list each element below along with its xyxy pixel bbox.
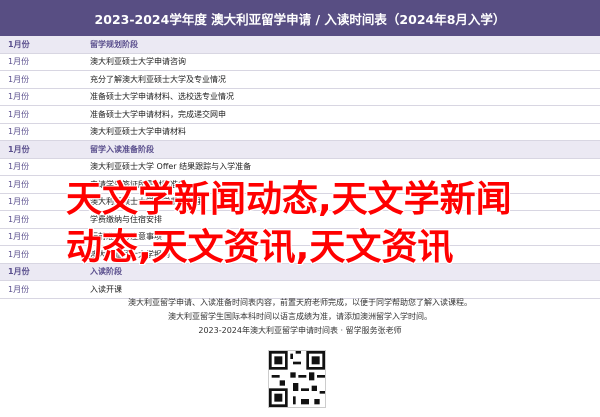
row-date: 1月份 xyxy=(8,249,30,259)
row-date: 1月份 xyxy=(8,39,30,49)
row-text: 澳大利亚硕士大学申请咨询 xyxy=(90,57,186,67)
row-text: 澳大利亚硕士大学入学手续办理 xyxy=(90,197,202,207)
phase-row: 1月份 入读阶段 xyxy=(0,263,600,281)
table-row: 1月份 澳大利亚硕士大学申请咨询 xyxy=(0,54,600,71)
schedule-table: 1月份 留学规划阶段 1月份 澳大利亚硕士大学申请咨询 1月份 充分了解澳大利亚硕士大学及… xyxy=(0,36,600,299)
schedule-rows: 1月份 留学规划阶段 1月份 澳大利亚硕士大学申请咨询 1月份 充分了解澳大利亚硕士大学及… xyxy=(0,36,600,299)
row-date: 1月份 xyxy=(8,127,30,137)
row-date: 1月份 xyxy=(8,214,30,224)
table-row: 1月份 充分了解澳大利亚硕士大学及专业情况 xyxy=(0,71,600,89)
row-date: 1月份 xyxy=(8,144,30,154)
table-row: 1月份 澳大利亚硕士大学入学手续办理 xyxy=(0,194,600,211)
row-text: 申请学生签证所需材料准备 xyxy=(90,179,186,189)
row-date: 1月份 xyxy=(8,92,30,102)
qr-code-icon[interactable] xyxy=(268,350,326,408)
row-text: 留学入读准备阶段 xyxy=(90,144,154,154)
table-row: 1月份 行前准备与注意事项 xyxy=(0,229,600,246)
qr-code-graphic xyxy=(269,351,325,407)
row-text: 澳大利亚硕士大学申请材料 xyxy=(90,127,186,137)
table-row: 1月份 澳大利亚硕士大学 Offer 结果跟踪与入学准备 xyxy=(0,159,600,176)
page-header: 2023-2024学年度 澳大利亚留学申请 / 入读时间表（2024年8月入学） xyxy=(0,0,600,36)
row-text: 准备硕士大学申请材料，完成递交网申 xyxy=(90,109,226,119)
row-date: 1月份 xyxy=(8,162,30,172)
table-row: 1月份 澳大利亚硕士大学申请材料 xyxy=(0,124,600,141)
row-date: 1月份 xyxy=(8,179,30,189)
row-date: 1月份 xyxy=(8,57,30,67)
table-row: 1月份 准备硕士大学申请材料、选校选专业情况 xyxy=(0,89,600,106)
row-text: 学费缴纳与住宿安排 xyxy=(90,214,162,224)
row-date: 1月份 xyxy=(8,267,30,277)
row-text: 入读阶段 xyxy=(90,267,122,277)
table-row: 1月份 申请学生签证所需材料准备 xyxy=(0,176,600,194)
row-text: 留学规划阶段 xyxy=(90,39,138,49)
page: 2023-2024学年度 澳大利亚留学申请 / 入读时间表（2024年8月入学）… xyxy=(0,0,600,417)
row-date: 1月份 xyxy=(8,74,30,84)
phase-row: 1月份 留学入读准备阶段 xyxy=(0,141,600,159)
table-row: 1月份 澳大利亚硕士大学报到 xyxy=(0,246,600,264)
row-text: 准备硕士大学申请材料、选校选专业情况 xyxy=(90,92,234,102)
footer-line-3: 2023-2024年澳大利亚留学申请时间表 · 留学服务张老师 xyxy=(198,326,402,335)
phase-row: 1月份 留学规划阶段 xyxy=(0,36,600,54)
row-text: 澳大利亚硕士大学 Offer 结果跟踪与入学准备 xyxy=(90,162,252,172)
row-date: 1月份 xyxy=(8,109,30,119)
table-row: 1月份 准备硕士大学申请材料，完成递交网申 xyxy=(0,106,600,124)
row-text: 充分了解澳大利亚硕士大学及专业情况 xyxy=(90,74,226,84)
footer-line-2: 澳大利亚留学生国际本科时间以语言成绩为准，请添加澳洲留学入学时间。 xyxy=(168,312,432,321)
row-text: 澳大利亚硕士大学报到 xyxy=(90,249,170,259)
row-date: 1月份 xyxy=(8,197,30,207)
page-title: 2023-2024学年度 澳大利亚留学申请 / 入读时间表（2024年8月入学） xyxy=(94,11,506,27)
table-row: 1月份 学费缴纳与住宿安排 xyxy=(0,211,600,229)
footer-line-1: 澳大利亚留学申请、入读准备时间表内容，前置天府老师完成，以便于同学帮助您了解入读… xyxy=(128,298,472,307)
row-date: 1月份 xyxy=(8,284,30,294)
row-date: 1月份 xyxy=(8,232,30,242)
footer: 澳大利亚留学申请、入读准备时间表内容，前置天府老师完成，以便于同学帮助您了解入读… xyxy=(0,296,600,338)
row-text: 入读开课 xyxy=(90,284,122,294)
row-text: 行前准备与注意事项 xyxy=(90,232,162,242)
